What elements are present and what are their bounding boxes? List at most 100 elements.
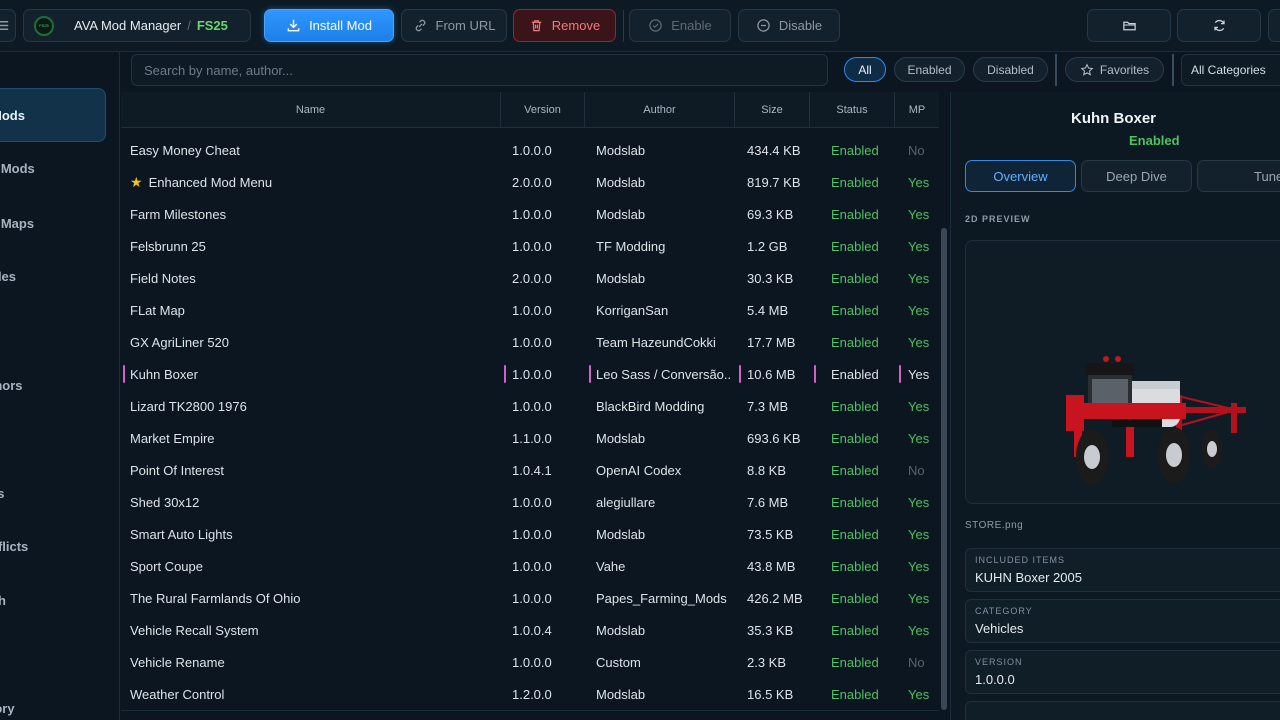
column-header-size[interactable]: Size: [735, 92, 810, 128]
table-row[interactable]: Shed 30x12 1.0.0.0 alegiullare 7.6 MB En…: [121, 486, 939, 518]
tab-overview[interactable]: Overview: [965, 160, 1076, 192]
filter-enabled-label: Enabled: [907, 62, 952, 77]
column-header-name[interactable]: Name: [121, 92, 501, 128]
category-value: Vehicles: [975, 621, 1024, 636]
title-separator: /: [187, 18, 191, 33]
install-mod-button[interactable]: Install Mod: [264, 9, 394, 42]
table-row[interactable]: ★ Enhanced Mod Menu 2.0.0.0 Modslab 819.…: [121, 166, 939, 198]
column-header-mp[interactable]: MP: [895, 92, 939, 128]
filter-disabled-button[interactable]: Disabled: [973, 57, 1048, 82]
mod-version: 1.0.0.0: [512, 654, 552, 670]
table-row[interactable]: Smart Auto Lights 1.0.0.0 Modslab 73.5 K…: [121, 518, 939, 550]
sidebar-item-7[interactable]: p: [0, 418, 106, 458]
mod-version: 1.0.0.4: [512, 622, 552, 638]
remove-label: Remove: [551, 18, 601, 33]
mod-version: 1.0.0.0: [512, 494, 552, 510]
menu-icon: [0, 21, 8, 30]
mod-size: 8.8 KB: [747, 462, 787, 478]
mod-mp: No: [908, 462, 925, 478]
mod-status: Enabled: [831, 142, 879, 158]
sidebar-item-mods[interactable]: Mods: [0, 88, 106, 142]
sidebar-item-profiles[interactable]: files: [0, 256, 106, 296]
sidebar-item-authors[interactable]: thors: [0, 365, 106, 405]
search-input[interactable]: Search by name, author...: [131, 54, 828, 86]
mod-name: Shed 30x12: [130, 494, 200, 510]
details-title: Kuhn Boxer: [1071, 110, 1157, 127]
column-header-version[interactable]: Version: [501, 92, 585, 128]
mod-status: Enabled: [831, 366, 879, 382]
mod-status: Enabled: [831, 590, 879, 606]
table-row[interactable]: FLat Map 1.0.0.0 KorriganSan 5.4 MB Enab…: [121, 294, 939, 326]
refresh-button[interactable]: [1177, 9, 1261, 42]
table-horizontal-scrollbar[interactable]: [121, 710, 939, 720]
disable-label: Disable: [778, 18, 823, 33]
mod-version: 1.0.0.0: [512, 398, 552, 414]
mod-name: The Rural Farmlands Of Ohio: [130, 590, 301, 606]
version-box: VERSION 1.0.0.0: [965, 650, 1280, 694]
mod-mp: Yes: [908, 334, 930, 350]
mod-status: Enabled: [831, 494, 879, 510]
category-select[interactable]: All Categories: [1181, 54, 1280, 86]
column-header-status[interactable]: Status: [810, 92, 895, 128]
sidebar-item-8[interactable]: es: [0, 473, 106, 513]
table-row[interactable]: Weather Control 1.2.0.0 Modslab 16.5 KB …: [121, 678, 939, 710]
disable-button[interactable]: Disable: [738, 9, 840, 42]
filter-all-button[interactable]: All: [844, 57, 886, 82]
table-row[interactable]: Field Notes 2.0.0.0 Modslab 30.3 KB Enab…: [121, 262, 939, 294]
sidebar-item-label: nflicts: [0, 538, 29, 554]
table-scrollbar-thumb[interactable]: [941, 228, 947, 710]
table-row[interactable]: Market Empire 1.1.0.0 Modslab 693.6 KB E…: [121, 422, 939, 454]
table-row[interactable]: GX AgriLiner 520 1.0.0.0 Team HazeundCok…: [121, 326, 939, 358]
mod-status: Enabled: [831, 622, 879, 638]
tab-deep-dive[interactable]: Deep Dive: [1081, 160, 1192, 192]
table-row[interactable]: Point Of Interest 1.0.4.1 OpenAI Codex 8…: [121, 454, 939, 486]
more-button[interactable]: [1268, 9, 1280, 42]
category-box: CATEGORY Vehicles: [965, 599, 1280, 643]
favorites-filter-button[interactable]: Favorites: [1065, 57, 1164, 82]
favorite-star-icon[interactable]: ★: [130, 174, 143, 191]
sidebar-item-5[interactable]: s: [0, 310, 106, 350]
table-row[interactable]: Sport Coupe 1.0.0.0 Vahe 43.8 MB Enabled…: [121, 550, 939, 582]
mod-author: Papes_Farming_Mods: [596, 590, 727, 606]
filter-divider: [1172, 54, 1174, 86]
menu-button[interactable]: [0, 9, 16, 42]
sidebar-item-history[interactable]: tory: [0, 688, 106, 720]
mod-size: 10.6 MB: [747, 366, 796, 382]
table-row[interactable]: Vehicle Rename 1.0.0.0 Custom 2.3 KB Ena…: [121, 646, 939, 678]
favorites-label: Favorites: [1099, 62, 1150, 77]
table-row[interactable]: Felsbrunn 25 1.0.0.0 TF Modding 1.2 GB E…: [121, 230, 939, 262]
mod-size: 43.8 MB: [747, 558, 796, 574]
enable-button[interactable]: Enable: [629, 9, 731, 42]
tab-tune[interactable]: Tune: [1197, 160, 1280, 192]
mod-mp: Yes: [908, 494, 930, 510]
from-url-label: From URL: [435, 18, 496, 33]
mod-mp: No: [908, 654, 925, 670]
table-row[interactable]: Lizard TK2800 1976 1.0.0.0 BlackBird Mod…: [121, 390, 939, 422]
table-row[interactable]: The Rural Farmlands Of Ohio 1.0.0.0 Pape…: [121, 582, 939, 614]
filter-enabled-button[interactable]: Enabled: [894, 57, 965, 82]
sidebar-item-health[interactable]: lth: [0, 580, 106, 620]
mod-size: 819.7 KB: [747, 174, 801, 190]
column-header-author[interactable]: Author: [585, 92, 735, 128]
table-row-selected[interactable]: Kuhn Boxer 1.0.0.0 Leo Sass / Conversão.…: [121, 358, 939, 390]
refresh-icon: [1213, 19, 1225, 32]
from-url-button[interactable]: From URL: [401, 9, 507, 42]
table-row[interactable]: Farm Milestones 1.0.0.0 Modslab 69.3 KB …: [121, 198, 939, 230]
remove-button[interactable]: Remove: [513, 9, 616, 42]
mod-author: BlackBird Modding: [596, 398, 705, 414]
app-logo-icon: FS25: [34, 15, 54, 36]
sidebar-item-my-mods[interactable]: y Mods: [0, 148, 106, 188]
sidebar-item-label: tory: [0, 700, 15, 716]
mod-mp: Yes: [908, 430, 930, 446]
mod-preview-image: [965, 240, 1280, 504]
mod-name: Easy Money Cheat: [130, 142, 240, 158]
open-folder-button[interactable]: [1087, 9, 1171, 42]
sidebar-item-my-maps[interactable]: y Maps: [0, 203, 106, 243]
mod-version: 1.2.0.0: [512, 686, 552, 702]
check-circle-icon: [649, 19, 662, 32]
sidebar-item-conflicts[interactable]: nflicts: [0, 526, 106, 566]
table-row[interactable]: Vehicle Recall System 1.0.0.4 Modslab 35…: [121, 614, 939, 646]
mod-status: Enabled: [831, 526, 879, 542]
table-row[interactable]: Easy Money Cheat 1.0.0.0 Modslab 434.4 K…: [121, 134, 939, 166]
mod-author: Modslab: [596, 174, 646, 190]
